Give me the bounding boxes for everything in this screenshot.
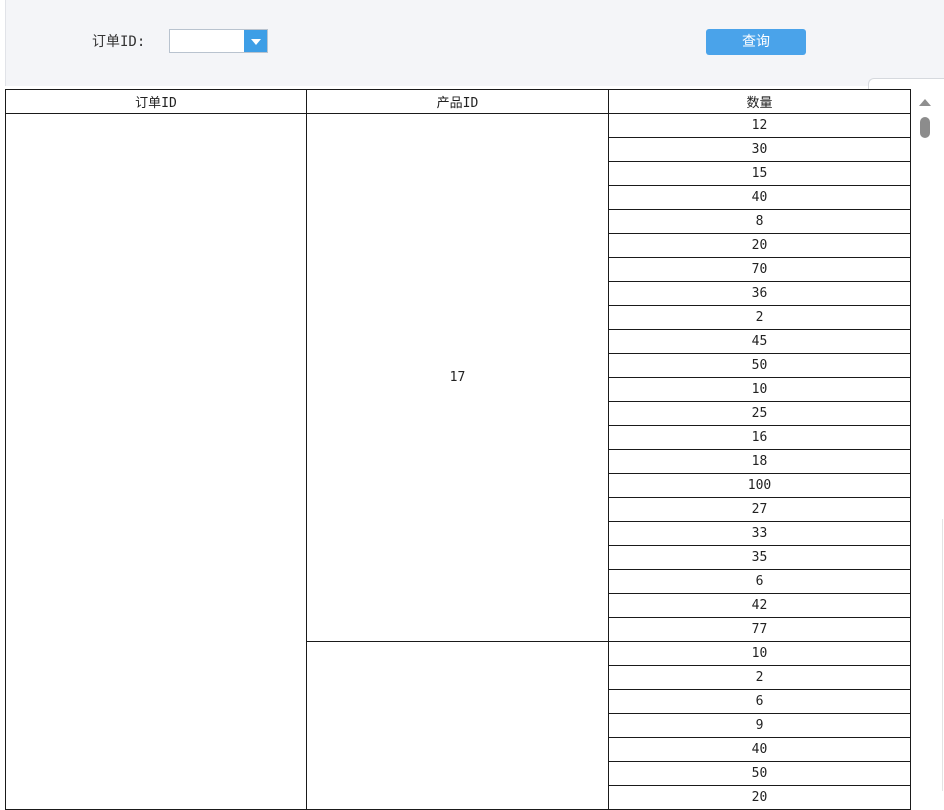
quantity-cell: 18	[608, 449, 911, 474]
filter-bar: 订单ID: 查询	[5, 0, 944, 89]
quantity-cell: 12	[608, 113, 911, 138]
scroll-thumb[interactable]	[920, 117, 930, 138]
table-header-row: 订单ID 产品ID 数量	[5, 89, 911, 114]
quantity-cell: 33	[608, 521, 911, 546]
quantity-cell: 77	[608, 617, 911, 642]
quantity-cell: 50	[608, 353, 911, 378]
order-id-combobox[interactable]	[169, 29, 268, 53]
quantity-cell: 45	[608, 329, 911, 354]
quantity-cell: 6	[608, 569, 911, 594]
table-body: 17 12 30 15 40 8 20 70 36 2 45 50 10 25 16 18 100 27 33 35 6…	[5, 113, 911, 810]
vertical-scrollbar[interactable]	[912, 89, 944, 791]
scroll-track-edge	[942, 519, 943, 791]
quantity-cell: 27	[608, 497, 911, 522]
quantity-cell: 40	[608, 185, 911, 210]
chevron-down-icon[interactable]	[244, 30, 267, 52]
order-id-input[interactable]	[174, 30, 242, 52]
query-button[interactable]: 查询	[706, 29, 806, 55]
quantity-cell: 30	[608, 137, 911, 162]
quantity-cell: 9	[608, 713, 911, 738]
quantity-cell: 2	[608, 665, 911, 690]
quantity-cell: 70	[608, 257, 911, 282]
quantity-cell: 40	[608, 737, 911, 762]
quantity-cell: 15	[608, 161, 911, 186]
quantity-cell: 25	[608, 401, 911, 426]
column-header-order-id: 订单ID	[5, 89, 307, 114]
quantity-cell: 20	[608, 785, 911, 810]
quantity-cell: 100	[608, 473, 911, 498]
quantity-cell: 6	[608, 689, 911, 714]
order-id-cell	[5, 113, 307, 810]
panel-corner-tab	[868, 78, 944, 89]
order-detail-table: 订单ID 产品ID 数量 17 12 30 15 40 8 20 70 36 2 45 50 10 25 1…	[5, 89, 911, 810]
column-header-product-id: 产品ID	[306, 89, 609, 114]
quantity-cell: 8	[608, 209, 911, 234]
scroll-up-arrow-icon[interactable]	[919, 99, 931, 106]
order-id-label: 订单ID:	[92, 34, 146, 50]
quantity-cell: 35	[608, 545, 911, 570]
quantity-cell: 16	[608, 425, 911, 450]
quantity-cell: 50	[608, 761, 911, 786]
product-id-cell	[306, 641, 609, 810]
quantity-cell: 20	[608, 233, 911, 258]
column-header-quantity: 数量	[608, 89, 911, 114]
product-id-cell: 17	[306, 113, 609, 642]
quantity-cell: 2	[608, 305, 911, 330]
quantity-cell: 10	[608, 641, 911, 666]
quantity-cell: 10	[608, 377, 911, 402]
table-row: 17 12	[5, 113, 911, 810]
quantity-cell: 42	[608, 593, 911, 618]
quantity-cell: 36	[608, 281, 911, 306]
